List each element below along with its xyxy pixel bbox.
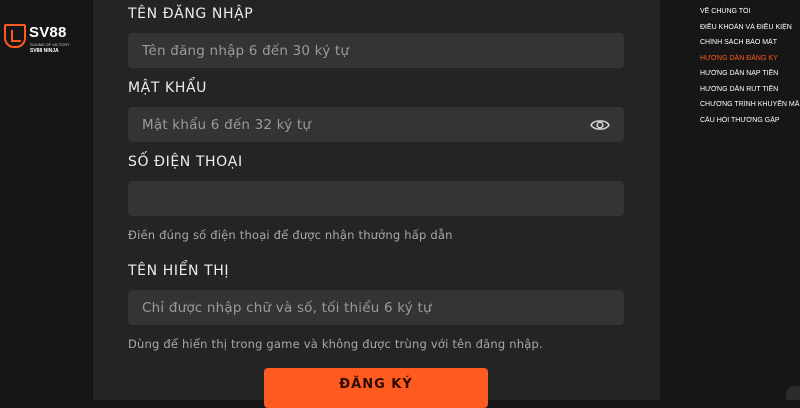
side-menu: VỀ CHÚNG TÔI ĐIỀU KHOẢN VÀ ĐIỀU KIỆN CHÍNH… (700, 7, 800, 131)
side-menu-item[interactable]: HƯỚNG DẪN RÚT TIỀN (700, 85, 800, 101)
username-field-box (128, 33, 624, 68)
display-name-field-box (128, 290, 624, 325)
side-menu-item[interactable]: CHÍNH SÁCH BẢO MẬT (700, 38, 800, 54)
side-menu-item[interactable]: HƯỚNG DẪN ĐĂNG KÝ (700, 54, 800, 70)
brand-tagline: SOUND OF VICTORY (30, 42, 70, 47)
display-name-label: TÊN HIỂN THỊ (128, 263, 230, 279)
eye-icon[interactable] (590, 118, 610, 132)
register-button[interactable]: ĐĂNG KÝ (264, 368, 488, 408)
phone-input[interactable] (142, 190, 610, 207)
phone-label: SỐ ĐIỆN THOẠI (128, 154, 243, 170)
phone-hint: Điền đúng số điện thoại để được nhận thư… (128, 228, 453, 242)
scroll-corner (786, 386, 800, 400)
brand-site: SV88 NINJA (30, 48, 59, 54)
shield-logo-icon (4, 24, 26, 48)
display-name-input[interactable] (142, 299, 610, 316)
phone-field-box (128, 181, 624, 216)
display-name-hint: Dùng để hiển thị trong game và không đượ… (128, 337, 543, 351)
side-menu-item[interactable]: VỀ CHÚNG TÔI (700, 7, 800, 23)
username-input[interactable] (142, 42, 610, 59)
brand-logo[interactable]: SV88 SOUND OF VICTORY SV88 NINJA (4, 24, 70, 58)
username-label: TÊN ĐĂNG NHẬP (128, 6, 254, 22)
registration-form: TÊN ĐĂNG NHẬP MẬT KHẨU SỐ ĐIỆN THOẠI Điề… (93, 0, 660, 408)
password-label: MẬT KHẨU (128, 80, 207, 96)
password-field-box (128, 107, 624, 142)
side-menu-item[interactable]: CHƯƠNG TRÌNH KHUYẾN MÃI (700, 100, 800, 116)
password-input[interactable] (142, 116, 584, 133)
side-menu-item[interactable]: HƯỚNG DẪN NẠP TIỀN (700, 69, 800, 85)
side-menu-item[interactable]: CÂU HỎI THƯỜNG GẶP (700, 116, 800, 132)
brand-name: SV88 (29, 24, 67, 41)
side-menu-item[interactable]: ĐIỀU KHOẢN VÀ ĐIỀU KIỆN (700, 23, 800, 39)
